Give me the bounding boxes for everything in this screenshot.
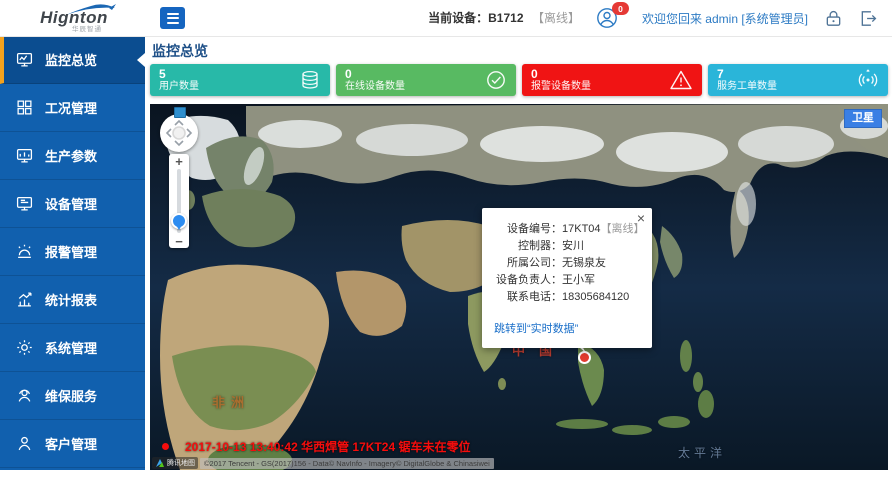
check-circle-icon [485, 69, 507, 91]
map-label-africa: 非洲 [212, 392, 250, 411]
sidebar-item-label: 系统管理 [45, 338, 97, 357]
sidebar-item-label: 设备管理 [45, 194, 97, 213]
current-device-status: 【离线】 [532, 11, 580, 25]
sidebar-item-label: 统计报表 [45, 290, 97, 309]
sidebar-item-customer-management[interactable]: 客户管理 [0, 420, 145, 468]
stat-card-alarm-devices[interactable]: 0 报警设备数量 [522, 64, 702, 96]
card-value: 0 [531, 67, 591, 81]
map-type-switcher: 地图 卫星 [844, 109, 882, 128]
map-zoom-slider[interactable]: + − [169, 154, 189, 248]
sidebar-item-alarm-management[interactable]: 报警管理 [0, 228, 145, 276]
attribution-text: ©2017 Tencent - GS(2017)156 - Data© NavI… [200, 458, 494, 469]
broadcast-icon [857, 69, 879, 91]
card-label: 用户数量 [159, 81, 199, 93]
notification-badge[interactable]: 0 [612, 2, 629, 15]
stat-card-online-devices[interactable]: 0 在线设备数量 [336, 64, 516, 96]
sidebar-item-work-condition[interactable]: 工况管理 [0, 84, 145, 132]
card-value: 0 [345, 67, 405, 81]
logout-icon [859, 9, 878, 28]
sidebar-item-label: 工况管理 [45, 98, 97, 117]
sidebar-item-label: 客户管理 [45, 434, 97, 453]
sidebar-item-label: 生产参数 [45, 146, 97, 165]
warning-triangle-icon [669, 69, 693, 91]
app-logo: Hignton 华辰智通 [0, 3, 148, 34]
map-pan-control[interactable] [160, 114, 198, 152]
pan-down-icon [175, 141, 183, 145]
stat-card-users[interactable]: 5 用户数量 [150, 64, 330, 96]
ticker-dot-icon [162, 443, 169, 450]
current-device-label: 当前设备：B1712 【离线】 [428, 9, 580, 27]
stat-cards-row: 5 用户数量 0 在线设备数量 0 报警设备数量 [150, 64, 888, 96]
lock-icon [824, 9, 843, 28]
pan-up-icon [175, 121, 183, 125]
zoom-in-button[interactable]: + [169, 154, 189, 168]
pan-center-icon[interactable] [174, 107, 186, 118]
device-popup: × 设备编号： 17KT04 【离线】 控制器： 安川 所属公司： 无锡泉友 设… [482, 208, 652, 348]
map-attribution: 腾讯地图 ©2017 Tencent - GS(2017)156 - Data©… [152, 457, 494, 469]
alarm-icon [15, 243, 33, 260]
brand-text: Hignton [40, 9, 108, 26]
popup-close-icon[interactable]: × [637, 211, 645, 225]
zoom-out-button[interactable]: − [169, 234, 189, 248]
sidebar-item-production-params[interactable]: 生产参数 [0, 132, 145, 180]
sidebar-item-label: 监控总览 [45, 50, 97, 69]
card-value: 7 [717, 67, 777, 81]
hamburger-icon [167, 13, 179, 24]
card-label: 报警设备数量 [531, 81, 591, 93]
pan-right-icon [187, 129, 191, 137]
person-icon [15, 435, 33, 452]
popup-row-device-id: 设备编号： 17KT04 【离线】 [490, 221, 644, 238]
bar-chart-icon [15, 291, 33, 308]
top-header: Hignton 华辰智通 当前设备：B1712 【离线】 0 欢迎您回来 adm… [0, 0, 892, 37]
card-label: 在线设备数量 [345, 81, 405, 93]
welcome-text: 欢迎您回来 admin [系统管理员] [642, 10, 808, 27]
popup-row-company: 所属公司： 无锡泉友 [490, 255, 644, 272]
popup-row-controller: 控制器： 安川 [490, 238, 644, 255]
popup-row-phone: 联系电话： 18305684120 [490, 289, 644, 306]
database-icon [299, 69, 321, 91]
sidebar-item-device-management[interactable]: 设备管理 [0, 180, 145, 228]
sidebar-item-statistics-report[interactable]: 统计报表 [0, 276, 145, 324]
map-container[interactable]: 非洲 中国 太平洋 + − 地图 卫星 [150, 104, 888, 470]
current-device-text: 当前设备：B1712 [428, 11, 523, 25]
pan-left-icon [167, 129, 171, 137]
gear-icon [15, 339, 33, 356]
header-right-cluster: 当前设备：B1712 【离线】 0 欢迎您回来 admin [系统管理员] [428, 7, 892, 29]
logout-button[interactable] [859, 9, 878, 28]
alarm-ticker[interactable]: 2017-10-13 13:40:42 华西焊管 17KT24 锯车未在零位 [162, 438, 470, 455]
monitor-icon [15, 51, 33, 68]
tencent-logo-icon [155, 458, 165, 468]
card-value: 5 [159, 67, 199, 81]
menu-toggle-button[interactable] [160, 7, 185, 29]
grid-icon [15, 99, 33, 116]
sidebar-item-system-management[interactable]: 系统管理 [0, 324, 145, 372]
monitor-icon [15, 147, 33, 164]
sidebar-item-label: 维保服务 [45, 386, 97, 405]
card-label: 服务工单数量 [717, 81, 777, 93]
page-title: 监控总览 [152, 41, 208, 61]
lock-button[interactable] [824, 9, 843, 28]
ticker-text: 2017-10-13 13:40:42 华西焊管 17KT24 锯车未在零位 [185, 438, 470, 455]
sidebar-item-monitor-overview[interactable]: 监控总览 [0, 36, 145, 84]
map-type-satellite-button[interactable]: 卫星 [844, 109, 882, 128]
sidebar-nav: 监控总览 工况管理 生产参数 设备管理 报警管理 统计报表 系统管理 维保服务 [0, 36, 145, 470]
sidebar-item-maintenance-service[interactable]: 维保服务 [0, 372, 145, 420]
map-label-pacific: 太平洋 [678, 444, 726, 461]
realtime-data-link[interactable]: 跳转到“实时数据” [494, 320, 578, 336]
brand-subtitle: 华辰智通 [72, 27, 102, 34]
monitor-icon [15, 195, 33, 212]
sidebar-item-label: 报警管理 [45, 242, 97, 261]
tencent-maps-logo: 腾讯地图 [152, 457, 198, 469]
user-menu[interactable]: 0 [596, 7, 618, 29]
service-person-icon [15, 387, 33, 404]
popup-row-owner: 设备负责人： 王小军 [490, 272, 644, 289]
map-marker[interactable] [578, 351, 591, 364]
app-window: Hignton 华辰智通 当前设备：B1712 【离线】 0 欢迎您回来 adm… [0, 0, 892, 480]
stat-card-service-orders[interactable]: 7 服务工单数量 [708, 64, 888, 96]
zoom-slider-handle[interactable] [171, 213, 187, 229]
zoom-track[interactable] [177, 169, 181, 233]
